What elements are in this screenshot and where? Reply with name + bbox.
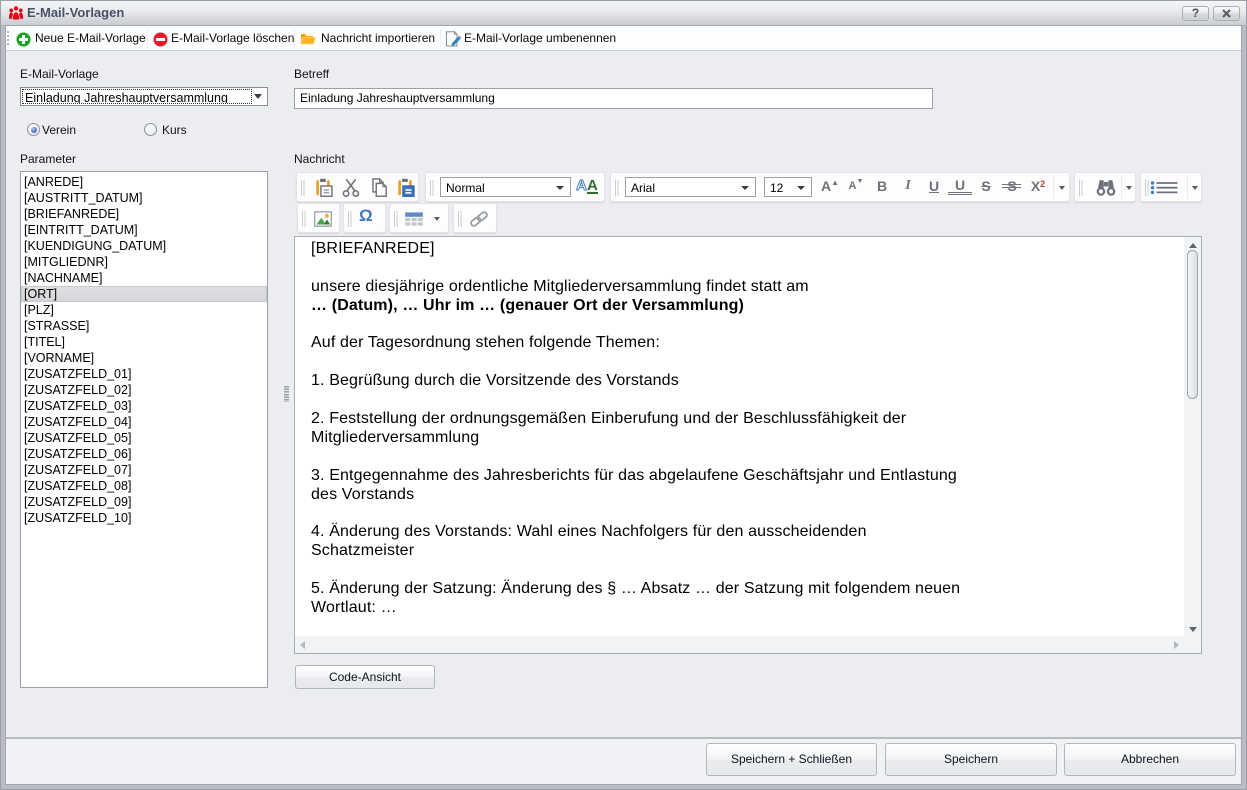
svg-text:A: A: [576, 177, 587, 194]
svg-text:A: A: [587, 177, 598, 194]
